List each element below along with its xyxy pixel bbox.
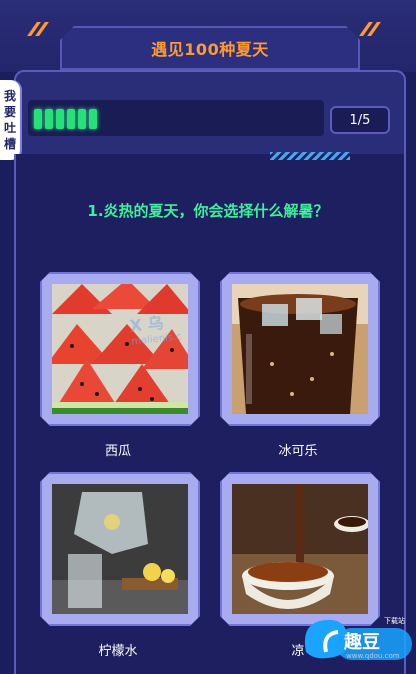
watermark-text: X 乌 xyxy=(128,313,165,336)
lemonade-image xyxy=(52,484,188,614)
page-title: 遇见100种夏天 xyxy=(151,40,269,59)
question-counter: 1/5 xyxy=(330,106,390,134)
progress-segment xyxy=(78,109,86,129)
progress-bar xyxy=(28,100,324,136)
logo-small-text: 下载站 xyxy=(384,617,405,625)
feedback-tab-char: 槽 xyxy=(3,137,16,151)
title-plate: 遇见100种夏天 xyxy=(60,26,360,70)
option-card-cola[interactable] xyxy=(220,272,380,426)
logo-url: www.qdou.com xyxy=(346,652,400,660)
cola-image xyxy=(232,284,368,414)
feedback-tab-char: 要 xyxy=(3,105,16,119)
watermelon-image xyxy=(52,284,188,414)
option-card-watermelon[interactable] xyxy=(40,272,200,426)
option-card-lemonade[interactable] xyxy=(40,472,200,626)
watermark: X 乌 malienis.c xyxy=(128,307,183,347)
progress-segment xyxy=(45,109,53,129)
feedback-tab[interactable]: 我 要 吐 槽 xyxy=(0,80,20,160)
tea-image xyxy=(232,484,368,614)
header: 遇见100种夏天 xyxy=(0,0,416,72)
feedback-tab-char: 我 xyxy=(3,89,16,103)
decorative-stripes-icon xyxy=(27,22,56,36)
progress-segment xyxy=(67,109,75,129)
option-label: 冰可乐 xyxy=(278,444,318,459)
progress-segment xyxy=(34,109,42,129)
decorative-hatch xyxy=(270,152,350,160)
logo-text: 趣豆 xyxy=(344,632,380,653)
feedback-tab-char: 吐 xyxy=(3,121,16,135)
option-label: 柠檬水 xyxy=(98,644,138,659)
question-text: 1.炎热的夏天，你会选择什么解暑？ xyxy=(87,202,329,220)
option-card-tea[interactable] xyxy=(220,472,380,626)
progress-segment xyxy=(89,109,97,129)
option-label: 西瓜 xyxy=(104,444,131,459)
progress-segment xyxy=(56,109,64,129)
decorative-stripes-icon xyxy=(359,22,388,36)
